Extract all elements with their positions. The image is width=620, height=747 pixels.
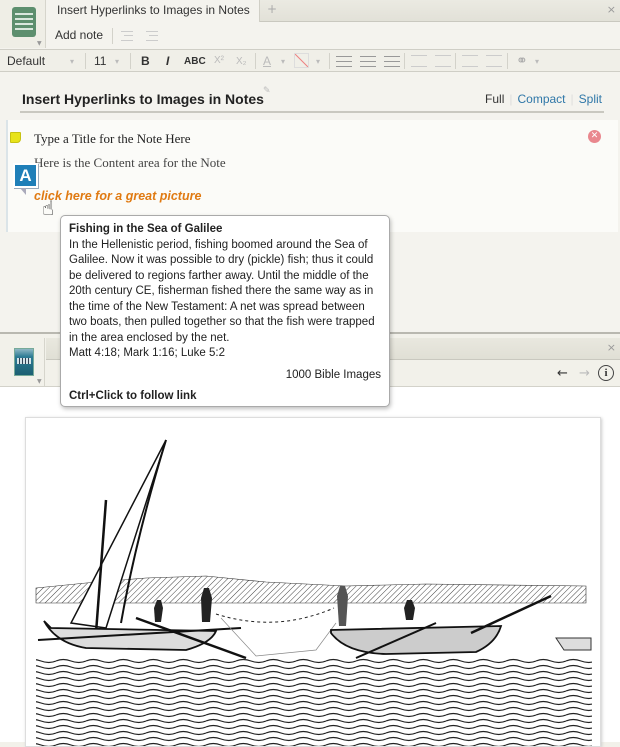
add-note-button[interactable]: Add note — [55, 28, 103, 42]
divider — [255, 53, 256, 69]
small-caps-button[interactable]: ABC — [184, 56, 206, 67]
insert-link-icon[interactable]: ⚭ — [516, 52, 528, 69]
italic-button[interactable]: I — [166, 54, 169, 68]
back-arrow-icon[interactable]: ← — [557, 366, 568, 381]
divider — [455, 53, 456, 69]
tooltip-title: Fishing in the Sea of Galilee — [69, 223, 223, 235]
bold-button[interactable]: B — [141, 54, 150, 68]
view-mode-compact[interactable]: Compact — [518, 92, 566, 106]
tooltip-source: 1000 Bible Images — [285, 368, 381, 381]
forward-arrow-icon[interactable]: → — [579, 366, 590, 381]
fishing-boats-illustration — [35, 439, 592, 746]
superscript-button[interactable]: X² — [214, 55, 224, 66]
view-mode-full[interactable]: Full — [485, 92, 504, 106]
divider — [85, 53, 86, 69]
format-toolbar: Default ▾ 11 ▾ B I ABC X² X₂ A ▾ ▾ ⚭ ▾ — [0, 49, 620, 72]
outdent-icon[interactable] — [121, 31, 133, 41]
chevron-down-icon[interactable]: ▾ — [115, 57, 119, 66]
divider — [329, 53, 330, 69]
divider — [507, 53, 508, 69]
font-family-select[interactable]: Default — [7, 54, 45, 68]
delete-note-icon[interactable]: ✕ — [588, 130, 601, 143]
image-hyperlink[interactable]: click here for a great picture — [34, 189, 201, 203]
close-icon[interactable]: × — [607, 341, 616, 354]
book-cover-icon — [14, 348, 34, 376]
align-center-icon[interactable] — [360, 56, 376, 67]
view-mode-split[interactable]: Split — [579, 92, 602, 106]
divider: | — [509, 92, 513, 106]
title-divider — [20, 111, 604, 113]
increase-indent-icon[interactable] — [486, 55, 502, 67]
chevron-down-icon: ▼ — [37, 378, 42, 385]
notes-menu-button[interactable]: ▼ — [0, 0, 46, 48]
indent-icon[interactable] — [146, 31, 158, 41]
link-preview-tooltip: Fishing in the Sea of Galilee In the Hel… — [60, 215, 390, 407]
resource-menu-button[interactable]: ▼ — [0, 338, 45, 386]
divider — [130, 53, 131, 69]
tooltip-description: In the Hellenistic period, fishing boome… — [69, 238, 375, 344]
document-title[interactable]: Insert Hyperlinks to Images in Notes — [22, 91, 264, 107]
subscript-button[interactable]: X₂ — [236, 56, 247, 67]
sticky-note-icon[interactable] — [10, 132, 21, 143]
tooltip-hint: Ctrl+Click to follow link — [69, 390, 197, 402]
tab-note-document[interactable]: Insert Hyperlinks to Images in Notes — [48, 0, 260, 22]
anchor-badge-icon[interactable]: A — [13, 163, 38, 195]
font-color-button[interactable]: A — [263, 54, 271, 68]
edit-title-icon[interactable]: ✎ — [263, 86, 271, 96]
info-icon[interactable]: i — [598, 365, 614, 381]
hand-cursor-icon: ☝ — [42, 196, 55, 220]
view-mode-switcher: Full | Compact | Split — [485, 92, 602, 106]
divider: | — [570, 92, 574, 106]
chevron-down-icon[interactable]: ▾ — [281, 57, 285, 66]
numbered-list-icon[interactable] — [435, 55, 451, 67]
align-right-icon[interactable] — [384, 56, 400, 67]
chevron-down-icon[interactable]: ▾ — [316, 57, 320, 66]
close-icon[interactable]: × — [607, 3, 616, 16]
decrease-indent-icon[interactable] — [462, 55, 478, 67]
chevron-down-icon[interactable]: ▾ — [70, 57, 74, 66]
notes-app-icon — [12, 7, 36, 37]
font-size-select[interactable]: 11 — [94, 54, 106, 68]
tooltip-references: Matt 4:18; Mark 1:16; Luke 5:2 — [69, 347, 225, 359]
chevron-down-icon[interactable]: ▾ — [535, 57, 539, 66]
note-title-field[interactable]: Type a Title for the Note Here — [34, 131, 191, 147]
bible-image[interactable] — [25, 417, 601, 747]
add-tab-icon[interactable]: + — [267, 2, 277, 16]
highlight-color-icon[interactable] — [294, 53, 309, 68]
bullet-list-icon[interactable] — [411, 55, 427, 67]
divider — [112, 28, 113, 44]
chevron-down-icon: ▼ — [37, 40, 42, 47]
align-left-icon[interactable] — [336, 56, 352, 67]
divider — [404, 53, 405, 69]
tab-strip: + × — [260, 0, 620, 22]
note-content-field[interactable]: Here is the Content area for the Note — [34, 155, 226, 171]
